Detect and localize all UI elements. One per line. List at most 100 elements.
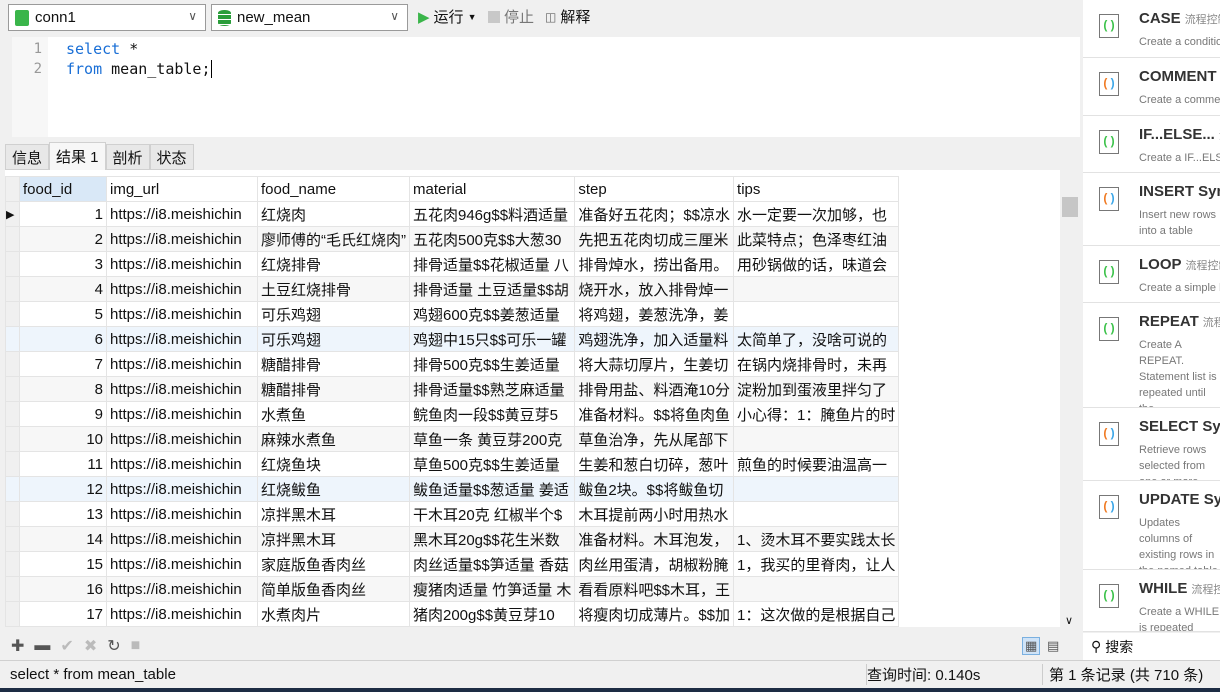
cell-food_id[interactable]: 9 bbox=[19, 401, 107, 427]
cell-step[interactable]: 准备好五花肉；$$凉水 bbox=[574, 201, 735, 227]
table-row[interactable]: 3 https://i8.meishichin 红烧排骨 排骨适量$$花椒适量 八排骨… bbox=[5, 251, 900, 277]
row-selector[interactable] bbox=[5, 601, 20, 627]
vertical-scrollbar[interactable]: ∨ bbox=[1060, 170, 1080, 627]
table-row[interactable]: 10 https://i8.meishichin 麻辣水煮鱼 草鱼一条 黄豆芽200克… bbox=[5, 426, 900, 452]
cell-food_id[interactable]: 17 bbox=[19, 601, 107, 627]
cell-material[interactable]: 五花肉946g$$料酒适量 bbox=[408, 201, 576, 227]
cell-step[interactable]: 鸡翅洗净，加入适量料 bbox=[574, 326, 735, 352]
cell-material[interactable]: 草鱼一条 黄豆芽200克 bbox=[408, 426, 576, 452]
row-selector[interactable] bbox=[5, 301, 20, 327]
cell-tips[interactable]: 水一定要一次加够，也 bbox=[733, 201, 900, 227]
cell-material[interactable]: 排骨适量$$熟芝麻适量 bbox=[408, 376, 576, 402]
cell-img_url[interactable]: https://i8.meishichin bbox=[106, 476, 258, 502]
grid-view-icon[interactable]: ▦ bbox=[1022, 637, 1041, 655]
cell-food_name[interactable]: 凉拌黑木耳 bbox=[257, 526, 410, 552]
cell-food_name[interactable]: 凉拌黑木耳 bbox=[257, 501, 410, 527]
cell-img_url[interactable]: https://i8.meishichin bbox=[106, 576, 258, 602]
snippet-item[interactable]: ( ) CASE流程控制 Create a conditional bbox=[1083, 0, 1220, 58]
row-selector[interactable] bbox=[5, 226, 20, 252]
cell-food_id[interactable]: 3 bbox=[19, 251, 107, 277]
cell-tips[interactable] bbox=[733, 476, 900, 502]
tab-info[interactable]: 信息 bbox=[5, 144, 50, 170]
row-selector[interactable] bbox=[5, 426, 20, 452]
cell-img_url[interactable]: https://i8.meishichin bbox=[106, 501, 258, 527]
cell-food_id[interactable]: 15 bbox=[19, 551, 107, 577]
cell-food_name[interactable]: 麻辣水煮鱼 bbox=[257, 426, 410, 452]
cell-tips[interactable]: 1：这次做的是根据自己 bbox=[733, 601, 900, 627]
cell-tips[interactable] bbox=[733, 276, 900, 302]
cell-step[interactable]: 鲅鱼2块。$$将鲅鱼切 bbox=[574, 476, 735, 502]
cell-step[interactable]: 将瘦肉切成薄片。$$加 bbox=[574, 601, 735, 627]
cell-food_id[interactable]: 4 bbox=[19, 276, 107, 302]
snippet-item[interactable]: ( ) SELECT Syntax Retrieve rows selected f… bbox=[1083, 408, 1220, 481]
explain-button[interactable]: ◫ 解释 bbox=[545, 6, 590, 27]
cell-material[interactable]: 猪肉200g$$黄豆芽10 bbox=[408, 601, 576, 627]
cell-food_id[interactable]: 10 bbox=[19, 426, 107, 452]
column-header-material[interactable]: material bbox=[408, 176, 576, 202]
cell-tips[interactable]: 1、烫木耳不要实践太长 bbox=[733, 526, 900, 552]
tab-status[interactable]: 状态 bbox=[149, 144, 194, 170]
cell-img_url[interactable]: https://i8.meishichin bbox=[106, 226, 258, 252]
cell-food_name[interactable]: 土豆红烧排骨 bbox=[257, 276, 410, 302]
cell-material[interactable]: 排骨500克$$生姜适量 bbox=[408, 351, 576, 377]
cell-step[interactable]: 木耳提前两小时用热水 bbox=[574, 501, 735, 527]
run-button[interactable]: ▶ 运行 ▼ bbox=[418, 6, 476, 27]
cell-tips[interactable] bbox=[733, 501, 900, 527]
cell-food_name[interactable]: 糖醋排骨 bbox=[257, 351, 410, 377]
scroll-down-icon[interactable]: ∨ bbox=[1065, 614, 1073, 627]
snippet-item[interactable]: ( ) IF...ELSE...流程控制 Create a IF...ELSE bbox=[1083, 116, 1220, 173]
snippet-item[interactable]: ( ) LOOP流程控制 Create a simple loop bbox=[1083, 246, 1220, 303]
stop-button[interactable]: 停止 bbox=[488, 6, 534, 27]
row-selector[interactable] bbox=[5, 551, 20, 577]
cell-step[interactable]: 看看原料吧$$木耳，王 bbox=[574, 576, 735, 602]
cell-tips[interactable]: 淀粉加到蛋液里拌匀了 bbox=[733, 376, 900, 402]
cell-material[interactable]: 肉丝适量$$笋适量 香菇 bbox=[408, 551, 576, 577]
cell-material[interactable]: 鸡翅600克$$姜葱适量 bbox=[408, 301, 576, 327]
cell-step[interactable]: 将大蒜切厚片，生姜切 bbox=[574, 351, 735, 377]
discard-icon[interactable]: ✖ bbox=[84, 636, 97, 656]
cell-step[interactable]: 肉丝用蛋清，胡椒粉腌 bbox=[574, 551, 735, 577]
cell-food_name[interactable]: 廖师傅的“毛氏红烧肉” bbox=[257, 226, 410, 252]
row-selector[interactable] bbox=[5, 476, 20, 502]
cell-img_url[interactable]: https://i8.meishichin bbox=[106, 451, 258, 477]
row-selector[interactable] bbox=[5, 376, 20, 402]
cell-tips[interactable]: 1，我买的里脊肉，让人 bbox=[733, 551, 900, 577]
cell-img_url[interactable]: https://i8.meishichin bbox=[106, 526, 258, 552]
row-selector[interactable] bbox=[5, 501, 20, 527]
column-header-food_id[interactable]: food_id bbox=[19, 176, 107, 202]
cell-material[interactable]: 草鱼500克$$生姜适量 bbox=[408, 451, 576, 477]
snippet-item[interactable]: ( ) WHILE流程控制 Create a WHILE loop. The sta… bbox=[1083, 570, 1220, 632]
refresh-icon[interactable]: ↻ bbox=[107, 636, 120, 656]
cell-tips[interactable]: 用砂锅做的话，味道会 bbox=[733, 251, 900, 277]
cell-step[interactable]: 将鸡翅，姜葱洗净，姜 bbox=[574, 301, 735, 327]
table-row[interactable]: 12 https://i8.meishichin 红烧鲅鱼 鲅鱼适量$$葱适量 姜适鲅… bbox=[5, 476, 900, 502]
current-row-indicator-icon[interactable]: ▶ bbox=[5, 201, 20, 227]
cell-material[interactable]: 五花肉500克$$大葱30 bbox=[408, 226, 576, 252]
cell-food_name[interactable]: 红烧鱼块 bbox=[257, 451, 410, 477]
cell-food_id[interactable]: 14 bbox=[19, 526, 107, 552]
table-row[interactable]: ▶ 1 https://i8.meishichin 红烧肉 五花肉946g$$料酒适量准… bbox=[5, 201, 900, 227]
snippet-item[interactable]: ( ) INSERT Syntax Insert new rows into a t… bbox=[1083, 173, 1220, 246]
cell-food_name[interactable]: 可乐鸡翅 bbox=[257, 301, 410, 327]
row-selector[interactable] bbox=[5, 351, 20, 377]
cell-step[interactable]: 排骨焯水，捞出备用。 bbox=[574, 251, 735, 277]
cell-tips[interactable]: 煎鱼的时候要油温高一 bbox=[733, 451, 900, 477]
cell-img_url[interactable]: https://i8.meishichin bbox=[106, 426, 258, 452]
table-row[interactable]: 13 https://i8.meishichin 凉拌黑木耳 干木耳20克 红椒半个$… bbox=[5, 501, 900, 527]
tab-result-1[interactable]: 结果 1 bbox=[49, 142, 106, 170]
cell-material[interactable]: 排骨适量 土豆适量$$胡 bbox=[408, 276, 576, 302]
cell-material[interactable]: 鸡翅中15只$$可乐一罐 bbox=[408, 326, 576, 352]
cell-food_name[interactable]: 水煮肉片 bbox=[257, 601, 410, 627]
cell-food_id[interactable]: 1 bbox=[19, 201, 107, 227]
cell-food_name[interactable]: 红烧排骨 bbox=[257, 251, 410, 277]
cell-img_url[interactable]: https://i8.meishichin bbox=[106, 301, 258, 327]
cell-tips[interactable]: 小心得：1：腌鱼片的时 bbox=[733, 401, 900, 427]
table-row[interactable]: 9 https://i8.meishichin 水煮鱼 鲩鱼肉一段$$黄豆芽5 准备材料… bbox=[5, 401, 900, 427]
cell-food_id[interactable]: 16 bbox=[19, 576, 107, 602]
cell-step[interactable]: 生姜和葱白切碎，葱叶 bbox=[574, 451, 735, 477]
delete-row-icon[interactable]: ▬ bbox=[34, 637, 50, 655]
tab-profile[interactable]: 剖析 bbox=[105, 144, 150, 170]
cell-img_url[interactable]: https://i8.meishichin bbox=[106, 201, 258, 227]
cell-tips[interactable] bbox=[733, 426, 900, 452]
cell-step[interactable]: 准备材料。$$将鱼肉鱼 bbox=[574, 401, 735, 427]
